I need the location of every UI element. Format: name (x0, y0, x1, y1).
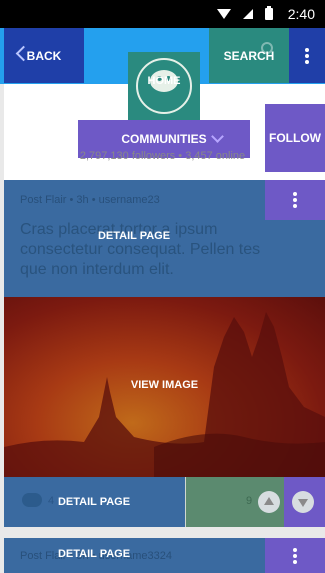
more-vert-icon (293, 547, 297, 564)
upvote-button[interactable] (258, 491, 280, 513)
more-vert-icon (293, 192, 297, 208)
downvote-button[interactable] (292, 491, 314, 513)
chevron-down-icon (211, 130, 224, 143)
status-time: 2:40 (287, 6, 315, 22)
search-button[interactable]: SEARCH (209, 28, 289, 83)
more-vert-icon (305, 47, 309, 64)
status-icons (217, 6, 273, 20)
detail-page-label: DETAIL PAGE (97, 230, 171, 242)
vote-count: 9 (246, 495, 253, 507)
post-overflow-button[interactable] (265, 180, 325, 220)
post-meta: Post Flair • 3h • username23 (20, 194, 160, 206)
back-button[interactable]: BACK (4, 28, 84, 83)
detail-page-label: DETAIL PAGE (57, 548, 131, 560)
back-label: BACK (26, 48, 62, 63)
arrow-up-icon (264, 497, 274, 505)
home-label: HOME (147, 75, 181, 87)
home-button[interactable] (128, 52, 200, 122)
follow-button[interactable]: FOLLOW (265, 104, 325, 172)
view-image-label: VIEW IMAGE (130, 379, 199, 391)
communities-label: COMMUNITIES (121, 132, 207, 146)
overflow-menu-button[interactable] (289, 28, 325, 83)
arrow-down-icon (298, 499, 308, 507)
follow-label: FOLLOW (269, 131, 321, 145)
status-bar: 2:40 (0, 0, 325, 28)
post-overflow-button[interactable] (265, 538, 325, 573)
battery-icon (265, 6, 273, 20)
downvote-target[interactable] (284, 477, 325, 527)
post-body: Cras placerat tortor a ipsum consectetur… (20, 221, 261, 278)
detail-page-label: DETAIL PAGE (57, 496, 131, 508)
detail-page-button[interactable]: DETAIL PAGE (4, 477, 184, 527)
search-icon (261, 42, 273, 54)
post-image[interactable]: VIEW IMAGE (4, 297, 325, 477)
wifi-icon (217, 9, 231, 19)
signal-icon (243, 9, 253, 19)
vote-controls: 9 (185, 477, 325, 527)
